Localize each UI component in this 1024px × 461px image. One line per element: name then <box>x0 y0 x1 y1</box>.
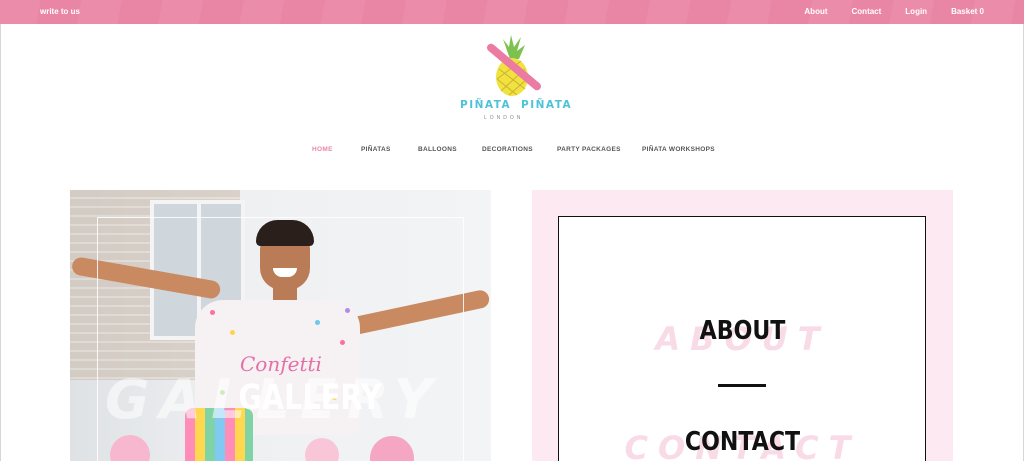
contact-top-link[interactable]: Contact <box>852 7 882 16</box>
top-bar: write to us About Contact Login Basket 0 <box>0 0 1024 24</box>
basket-link[interactable]: Basket 0 <box>951 7 984 16</box>
top-links: About Contact Login Basket 0 <box>804 7 984 16</box>
nav-item-balloons[interactable]: BALLOONS <box>418 146 457 153</box>
divider <box>718 384 766 387</box>
login-link[interactable]: Login <box>905 7 927 16</box>
gallery-tile[interactable]: Confetti GALLERY GALLERY <box>70 190 491 461</box>
about-link[interactable]: ABOUT <box>564 316 922 346</box>
logo-subtitle: LONDON <box>484 115 524 121</box>
contact-link[interactable]: CONTACT <box>564 427 922 457</box>
logo-word-right: PIÑATA <box>521 99 573 111</box>
pineapple-icon <box>487 35 541 96</box>
nav-item-pinatas[interactable]: PIÑATAS <box>361 146 391 153</box>
write-to-us-link[interactable]: write to us <box>40 7 80 16</box>
logo-word-left: PIÑATA <box>460 99 512 111</box>
site-logo[interactable]: PIÑATA PIÑATA LONDON <box>455 33 573 128</box>
nav-item-decorations[interactable]: DECORATIONS <box>482 146 533 153</box>
main-nav: HOME PIÑATAS BALLOONS DECORATIONS PARTY … <box>0 146 1024 156</box>
gallery-frame <box>97 217 464 461</box>
about-contact-tile: ABOUT CONTACT ABOUT CONTACT <box>532 190 953 461</box>
nav-item-party-packages[interactable]: PARTY PACKAGES <box>557 146 621 153</box>
nav-item-home[interactable]: HOME <box>312 146 333 153</box>
nav-item-pinata-workshops[interactable]: PIÑATA WORKSHOPS <box>642 146 715 153</box>
about-top-link[interactable]: About <box>804 7 827 16</box>
